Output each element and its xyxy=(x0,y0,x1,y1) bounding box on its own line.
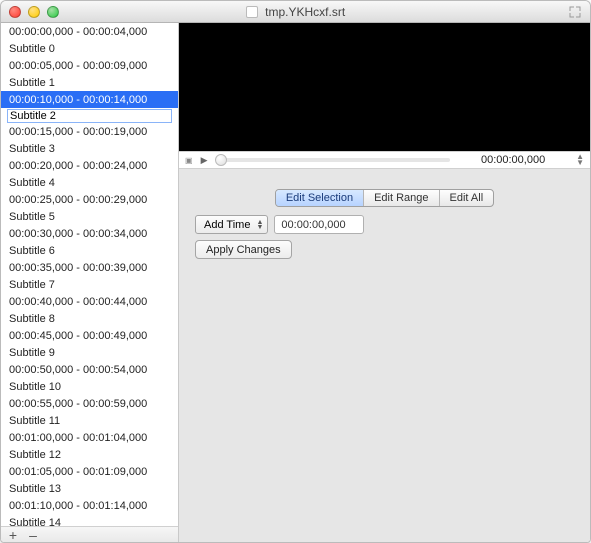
body: 00:00:00,000 - 00:00:04,000Subtitle 000:… xyxy=(1,23,590,542)
playhead-slider[interactable] xyxy=(215,158,450,162)
tab-edit-all[interactable]: Edit All xyxy=(439,190,494,206)
subtitle-time[interactable]: 00:00:20,000 - 00:00:24,000 xyxy=(1,157,178,174)
apply-changes-button[interactable]: Apply Changes xyxy=(195,240,292,259)
subtitle-label[interactable]: Subtitle 13 xyxy=(1,480,178,497)
updown-icon: ▲▼ xyxy=(256,220,263,230)
subtitle-time[interactable]: 00:00:10,000 - 00:00:14,000 xyxy=(1,91,178,108)
subtitle-entry[interactable]: 00:00:45,000 - 00:00:49,000Subtitle 9 xyxy=(1,327,178,361)
subtitle-label[interactable]: Subtitle 4 xyxy=(1,174,178,191)
subtitle-entry[interactable]: 00:00:50,000 - 00:00:54,000Subtitle 10 xyxy=(1,361,178,395)
operation-select[interactable]: Add Time ▲▼ xyxy=(195,215,268,234)
subtitle-label[interactable]: Subtitle 12 xyxy=(1,446,178,463)
traffic-lights xyxy=(9,6,59,18)
subtitle-label[interactable]: Subtitle 9 xyxy=(1,344,178,361)
app-window: tmp.YKHcxf.srt 00:00:00,000 - 00:00:04,0… xyxy=(0,0,591,543)
subtitle-time[interactable]: 00:00:30,000 - 00:00:34,000 xyxy=(1,225,178,242)
subtitle-time[interactable]: 00:00:55,000 - 00:00:59,000 xyxy=(1,395,178,412)
subtitle-time[interactable]: 00:01:00,000 - 00:01:04,000 xyxy=(1,429,178,446)
subtitle-label[interactable]: Subtitle 11 xyxy=(1,412,178,429)
subtitle-entry[interactable]: 00:00:10,000 - 00:00:14,000 xyxy=(1,91,178,123)
document-icon xyxy=(246,6,258,18)
expand-icon[interactable]: ▣ xyxy=(185,156,193,165)
subtitle-entry[interactable]: 00:00:15,000 - 00:00:19,000Subtitle 3 xyxy=(1,123,178,157)
subtitle-entry[interactable]: 00:00:30,000 - 00:00:34,000Subtitle 6 xyxy=(1,225,178,259)
main-panel: ▣ ▶ 00:00:00,000 ▲▼ Edit Selection Edit … xyxy=(179,23,590,542)
subtitle-time[interactable]: 00:01:05,000 - 00:01:09,000 xyxy=(1,463,178,480)
video-preview[interactable] xyxy=(179,23,590,151)
zoom-icon[interactable] xyxy=(47,6,59,18)
tab-edit-selection[interactable]: Edit Selection xyxy=(276,190,363,206)
subtitle-time[interactable]: 00:00:05,000 - 00:00:09,000 xyxy=(1,57,178,74)
time-display: 00:00:00,000 xyxy=(458,154,568,166)
fullscreen-icon[interactable] xyxy=(568,5,582,19)
time-offset-value: 00:00:00,000 xyxy=(281,219,345,231)
subtitle-label[interactable] xyxy=(1,108,178,123)
subtitle-entry[interactable]: 00:01:00,000 - 00:01:04,000Subtitle 12 xyxy=(1,429,178,463)
sidebar-footer: + – xyxy=(1,526,178,542)
transport-stepper[interactable]: ▲▼ xyxy=(576,154,584,166)
subtitle-entry[interactable]: 00:01:10,000 - 00:01:14,000Subtitle 14 xyxy=(1,497,178,526)
subtitle-label[interactable]: Subtitle 5 xyxy=(1,208,178,225)
tab-edit-range[interactable]: Edit Range xyxy=(363,190,438,206)
subtitle-entry[interactable]: 00:00:40,000 - 00:00:44,000Subtitle 8 xyxy=(1,293,178,327)
subtitle-entry[interactable]: 00:00:20,000 - 00:00:24,000Subtitle 4 xyxy=(1,157,178,191)
transport-bar: ▣ ▶ 00:00:00,000 ▲▼ xyxy=(179,151,590,169)
operation-select-label: Add Time xyxy=(204,219,250,231)
subtitle-time[interactable]: 00:00:40,000 - 00:00:44,000 xyxy=(1,293,178,310)
subtitle-time[interactable]: 00:00:35,000 - 00:00:39,000 xyxy=(1,259,178,276)
play-icon[interactable]: ▶ xyxy=(201,155,208,166)
time-offset-field[interactable]: 00:00:00,000 xyxy=(274,215,364,234)
remove-button[interactable]: – xyxy=(25,528,41,542)
titlebar[interactable]: tmp.YKHcxf.srt xyxy=(1,1,590,23)
subtitle-label[interactable]: Subtitle 14 xyxy=(1,514,178,526)
subtitle-sidebar: 00:00:00,000 - 00:00:04,000Subtitle 000:… xyxy=(1,23,179,542)
window-title: tmp.YKHcxf.srt xyxy=(1,5,590,19)
subtitle-entry[interactable]: 00:00:25,000 - 00:00:29,000Subtitle 5 xyxy=(1,191,178,225)
subtitle-label-input[interactable] xyxy=(7,109,172,123)
subtitle-entry[interactable]: 00:01:05,000 - 00:01:09,000Subtitle 13 xyxy=(1,463,178,497)
mode-segmented: Edit Selection Edit Range Edit All xyxy=(195,189,574,207)
subtitle-label[interactable]: Subtitle 7 xyxy=(1,276,178,293)
subtitle-time[interactable]: 00:01:10,000 - 00:01:14,000 xyxy=(1,497,178,514)
subtitle-list[interactable]: 00:00:00,000 - 00:00:04,000Subtitle 000:… xyxy=(1,23,178,526)
subtitle-time[interactable]: 00:00:15,000 - 00:00:19,000 xyxy=(1,123,178,140)
controls-panel: Edit Selection Edit Range Edit All Add T… xyxy=(179,169,590,275)
subtitle-entry[interactable]: 00:00:05,000 - 00:00:09,000Subtitle 1 xyxy=(1,57,178,91)
subtitle-label[interactable]: Subtitle 0 xyxy=(1,40,178,57)
subtitle-label[interactable]: Subtitle 1 xyxy=(1,74,178,91)
subtitle-entry[interactable]: 00:00:00,000 - 00:00:04,000Subtitle 0 xyxy=(1,23,178,57)
minimize-icon[interactable] xyxy=(28,6,40,18)
window-title-text: tmp.YKHcxf.srt xyxy=(265,5,345,19)
subtitle-time[interactable]: 00:00:50,000 - 00:00:54,000 xyxy=(1,361,178,378)
add-button[interactable]: + xyxy=(5,528,21,542)
subtitle-entry[interactable]: 00:00:55,000 - 00:00:59,000Subtitle 11 xyxy=(1,395,178,429)
subtitle-label[interactable]: Subtitle 10 xyxy=(1,378,178,395)
subtitle-entry[interactable]: 00:00:35,000 - 00:00:39,000Subtitle 7 xyxy=(1,259,178,293)
subtitle-time[interactable]: 00:00:00,000 - 00:00:04,000 xyxy=(1,23,178,40)
subtitle-time[interactable]: 00:00:45,000 - 00:00:49,000 xyxy=(1,327,178,344)
subtitle-label[interactable]: Subtitle 8 xyxy=(1,310,178,327)
subtitle-label[interactable]: Subtitle 3 xyxy=(1,140,178,157)
subtitle-label[interactable]: Subtitle 6 xyxy=(1,242,178,259)
close-icon[interactable] xyxy=(9,6,21,18)
subtitle-time[interactable]: 00:00:25,000 - 00:00:29,000 xyxy=(1,191,178,208)
slider-thumb[interactable] xyxy=(215,154,227,166)
